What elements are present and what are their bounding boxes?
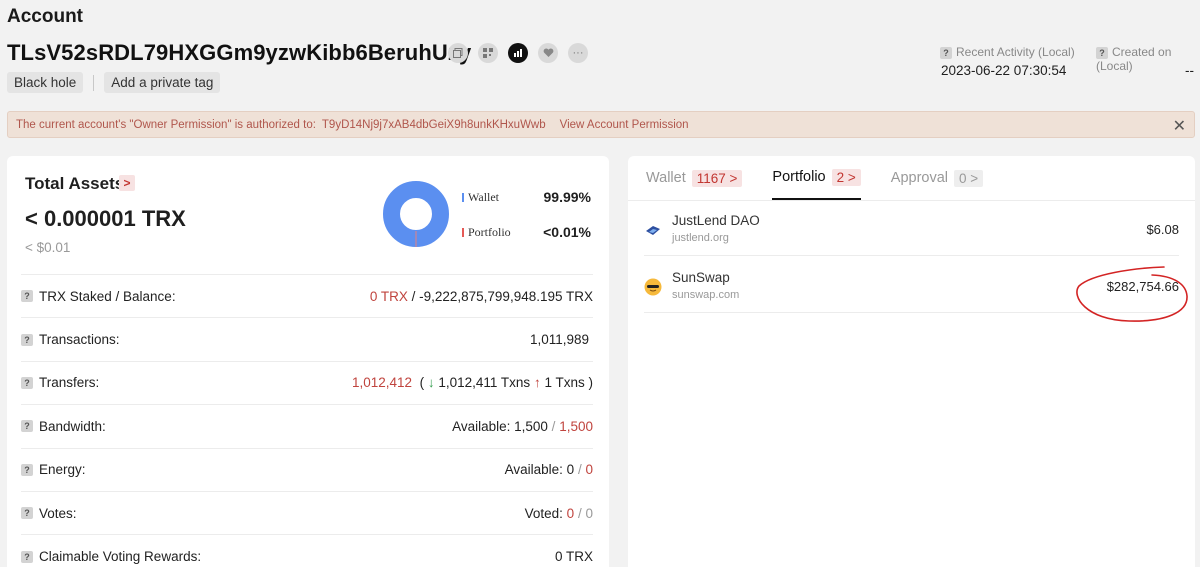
holdings-tabs: Wallet 1167 > Portfolio 2 > Approval 0 > xyxy=(646,166,984,200)
hand-drawn-circle-annotation xyxy=(1076,266,1188,322)
stat-label: TRX Staked / Balance xyxy=(39,288,172,304)
transactions-value[interactable]: 1,011,989 xyxy=(530,332,589,347)
recent-activity-value: 2023-06-22 07:30:54 xyxy=(941,63,1067,78)
project-site: sunswap.com xyxy=(672,289,740,301)
transfers-close-paren: ) xyxy=(588,375,594,391)
stat-label: Transfers xyxy=(39,375,96,391)
project-amount: $6.08 xyxy=(1146,222,1179,237)
tab-wallet[interactable]: Wallet 1167 > xyxy=(646,166,743,200)
stat-label: Bandwidth xyxy=(39,418,103,434)
project-name: JustLend DAO xyxy=(672,213,760,228)
more-icon[interactable]: ··· xyxy=(568,43,588,63)
help-icon[interactable]: ? xyxy=(940,47,952,59)
total-assets-title: Total Assets xyxy=(25,174,125,193)
wallet-legend-swatch xyxy=(462,193,464,202)
heart-icon[interactable] xyxy=(538,43,558,63)
account-address: TLsV52sRDL79HXGGm9yzwKibb6BeruhUzy xyxy=(7,40,472,65)
energy-available: Available: 0 xyxy=(504,462,575,478)
votes-value: 0 xyxy=(566,505,575,521)
qr-code-icon[interactable] xyxy=(478,43,498,63)
recent-activity-label: ? Recent Activity (Local) xyxy=(940,45,1075,59)
help-icon[interactable]: ? xyxy=(21,290,33,303)
balance-value: / -9,222,875,799,948.195 TRX xyxy=(411,288,593,304)
legend-wallet: Wallet xyxy=(462,190,499,205)
help-icon[interactable]: ? xyxy=(21,507,33,520)
project-name: SunSwap xyxy=(672,270,730,285)
bandwidth-total: 1,500 xyxy=(559,418,593,434)
arrow-down-icon: ↓ xyxy=(427,375,435,391)
energy-total: 0 xyxy=(585,462,593,478)
help-icon[interactable]: ? xyxy=(21,550,33,563)
notice-text: The current account's "Owner Permission"… xyxy=(16,118,316,131)
votes-total: 0 xyxy=(585,505,593,521)
stat-row-bandwidth: ? Bandwidth: Available: 1,500 / 1,500 xyxy=(21,404,593,447)
authorized-address-link[interactable]: T9yD14Nj9j7xAB4dbGeiX9h8unkKHxuWwb xyxy=(322,119,546,131)
tab-label: Portfolio xyxy=(772,169,826,185)
votes-voted-label: Voted: xyxy=(524,505,563,521)
stat-label: Claimable Voting Rewards xyxy=(39,549,198,565)
owner-permission-notice: The current account's "Owner Permission"… xyxy=(7,111,1195,138)
help-icon[interactable]: ? xyxy=(1096,47,1108,59)
stat-row-transactions: ? Transactions: 1,011,989 xyxy=(21,317,593,360)
stat-row-rewards: ? Claimable Voting Rewards: 0 TRX xyxy=(21,534,593,567)
bandwidth-available: Available: 1,500 xyxy=(452,418,548,434)
holdings-card: Wallet 1167 > Portfolio 2 > Approval 0 >… xyxy=(628,156,1195,567)
stat-row-staked: ? TRX Staked / Balance: 0 TRX / -9,222,87… xyxy=(21,274,593,317)
tab-count: 0 > xyxy=(954,169,984,187)
rewards-value: 0 TRX xyxy=(554,549,593,565)
portfolio-legend-swatch xyxy=(462,228,464,237)
stat-label: Votes xyxy=(39,505,73,521)
stat-label: Transactions xyxy=(39,332,116,348)
transfers-open-paren: ( xyxy=(419,375,425,391)
help-icon[interactable]: ? xyxy=(21,463,33,476)
tab-portfolio[interactable]: Portfolio 2 > xyxy=(772,166,861,200)
stat-label: Energy xyxy=(39,462,82,478)
tab-label: Approval xyxy=(890,170,949,186)
black-hole-tag[interactable]: Black hole xyxy=(7,72,84,93)
total-assets-amount: < 0.000001 TRX xyxy=(25,206,186,231)
stat-row-transfers: ? Transfers: 1,012,412 ( ↓ 1,012,411 Txns… xyxy=(21,360,594,404)
help-icon[interactable]: ? xyxy=(21,333,33,346)
created-on-value: -- xyxy=(1185,63,1194,78)
portfolio-row-justlend[interactable]: JustLend DAO justlend.org $6.08 xyxy=(644,200,1179,256)
justlend-logo-icon xyxy=(644,221,662,239)
tab-approval[interactable]: Approval 0 > xyxy=(890,166,984,200)
chart-icon[interactable] xyxy=(508,43,528,63)
tab-count: 1167 > xyxy=(691,169,743,187)
chevron-right-icon[interactable]: > xyxy=(119,175,135,191)
tag-divider xyxy=(93,74,95,91)
add-private-tag-button[interactable]: Add a private tag xyxy=(104,72,221,93)
transfers-value[interactable]: 1,012,412 xyxy=(352,375,412,390)
close-icon[interactable]: ✕ xyxy=(1173,116,1186,136)
stat-row-energy: ? Energy: Available: 0 / 0 xyxy=(21,447,593,491)
page-title: Account xyxy=(7,6,83,27)
total-assets-usd: < $0.01 xyxy=(25,240,71,255)
total-assets-card: Total Assets > < 0.000001 TRX < $0.01 Wa… xyxy=(7,156,609,567)
stat-row-votes: ? Votes: Voted: 0 / 0 xyxy=(21,490,593,534)
tab-label: Wallet xyxy=(646,170,686,186)
transfers-in: 1,012,411 Txns xyxy=(438,375,531,391)
arrow-up-icon: ↑ xyxy=(533,375,541,391)
legend-portfolio: Portfolio xyxy=(462,225,511,240)
staked-value[interactable]: 0 TRX xyxy=(370,289,408,304)
project-site: justlend.org xyxy=(672,232,729,244)
transfers-out: 1 Txns xyxy=(544,375,585,391)
sunswap-logo-icon xyxy=(644,278,662,296)
assets-donut-chart xyxy=(383,181,449,247)
help-icon[interactable]: ? xyxy=(21,420,33,433)
tag-list: Black hole Add a private tag xyxy=(7,72,221,93)
portfolio-percent: <0.01% xyxy=(543,224,591,240)
copy-icon[interactable] xyxy=(448,43,468,63)
address-actions: ··· xyxy=(448,43,588,63)
help-icon[interactable]: ? xyxy=(21,376,33,389)
tab-count: 2 > xyxy=(831,168,861,186)
wallet-percent: 99.99% xyxy=(543,189,591,205)
view-account-permission-link[interactable]: View Account Permission xyxy=(560,119,689,131)
account-stats: ? TRX Staked / Balance: 0 TRX / -9,222,87… xyxy=(21,274,593,567)
